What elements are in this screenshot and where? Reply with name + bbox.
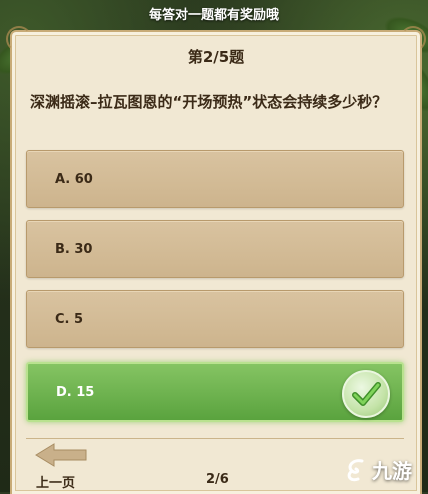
page-indicator: 2/6 <box>206 472 229 487</box>
watermark: 九游 <box>342 455 412 484</box>
option-c[interactable]: C. 5 <box>26 290 404 348</box>
option-label: A. 60 <box>55 171 93 187</box>
option-label: C. 5 <box>55 311 84 327</box>
question-progress: 第2/5题 <box>187 48 245 66</box>
option-d[interactable]: D. 15 <box>26 362 404 422</box>
option-label: D. 15 <box>56 384 95 400</box>
footer-divider <box>26 438 404 439</box>
watermark-text: 九游 <box>372 459 412 483</box>
reward-banner: 每答对一题都有奖励哦 <box>148 7 279 23</box>
option-b[interactable]: B. 30 <box>26 220 404 278</box>
option-a[interactable]: A. 60 <box>26 150 404 208</box>
option-label: B. 30 <box>55 241 93 257</box>
prev-page-button[interactable]: 上一页 <box>36 472 75 491</box>
back-arrow-icon[interactable] <box>34 442 90 468</box>
check-icon <box>342 370 390 418</box>
quiz-panel: 第2/5题 深渊摇滚–拉瓦图恩的“开场预热”状态会持续多少秒？ A. 60 B.… <box>6 26 426 494</box>
jiuyou-logo-icon <box>347 458 364 481</box>
question-text: 深渊摇滚–拉瓦图恩的“开场预热”状态会持续多少秒？ <box>30 93 388 111</box>
